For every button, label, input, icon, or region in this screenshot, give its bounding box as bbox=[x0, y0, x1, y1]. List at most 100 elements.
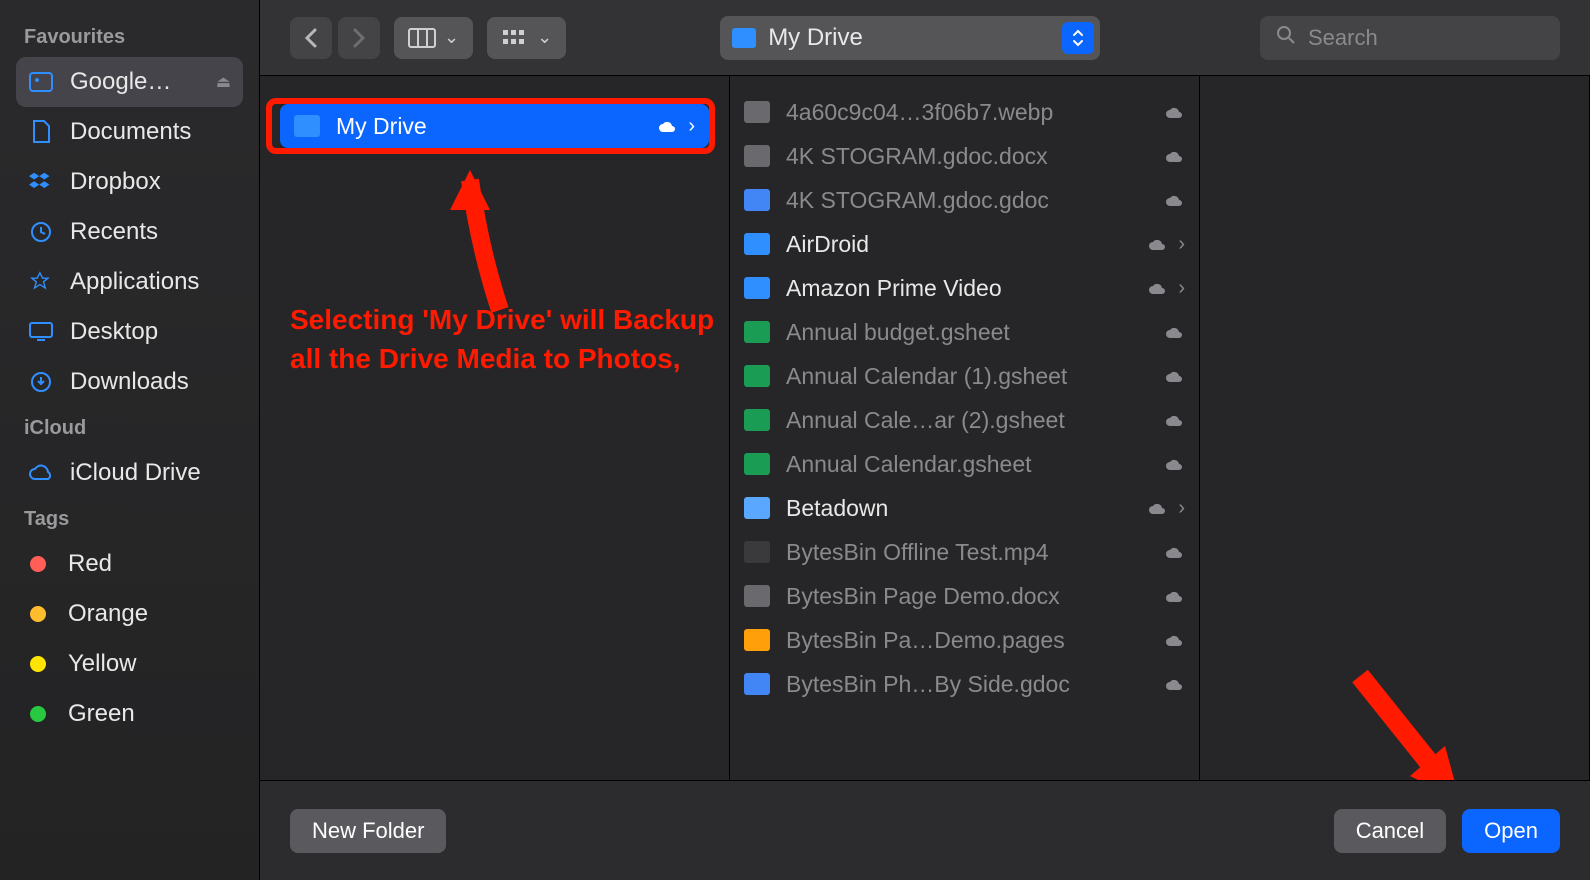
tag-dot-icon bbox=[30, 656, 46, 672]
sidebar-item-recents[interactable]: Recents bbox=[0, 207, 259, 257]
tag-dot-icon bbox=[30, 606, 46, 622]
photo-icon bbox=[26, 72, 56, 92]
list-item[interactable]: 4a60c9c04…3f06b7.webp bbox=[730, 90, 1199, 134]
chevron-right-icon: › bbox=[1178, 497, 1185, 520]
nav-back-button[interactable] bbox=[290, 17, 332, 59]
sidebar-item-desktop[interactable]: Desktop bbox=[0, 307, 259, 357]
clock-icon bbox=[26, 221, 56, 243]
nav-forward-button[interactable] bbox=[338, 17, 380, 59]
footer-bar: New Folder Cancel Open bbox=[260, 780, 1590, 880]
view-columns-button[interactable]: ⌄ bbox=[394, 17, 473, 59]
cancel-button[interactable]: Cancel bbox=[1334, 809, 1446, 853]
sidebar-item-applications[interactable]: Applications bbox=[0, 257, 259, 307]
sidebar-item-label: Desktop bbox=[70, 318, 158, 346]
list-item[interactable]: Annual budget.gsheet bbox=[730, 310, 1199, 354]
list-item[interactable]: 4K STOGRAM.gdoc.docx bbox=[730, 134, 1199, 178]
video-icon bbox=[744, 541, 770, 563]
list-item[interactable]: Annual Calendar (1).gsheet bbox=[730, 354, 1199, 398]
sidebar-item-tag-red[interactable]: Red bbox=[0, 539, 259, 589]
column-browser: My Drive › 4a60c9c04…3f06b7.webp 4K STOGRA… bbox=[260, 76, 1590, 780]
cloud-icon bbox=[1148, 495, 1168, 522]
cloud-icon bbox=[1165, 319, 1185, 346]
new-folder-button[interactable]: New Folder bbox=[290, 809, 446, 853]
eject-icon[interactable]: ⏏ bbox=[216, 72, 231, 92]
cloud-icon bbox=[1165, 451, 1185, 478]
list-item[interactable]: Annual Cale…ar (2).gsheet bbox=[730, 398, 1199, 442]
item-label: My Drive bbox=[336, 113, 427, 140]
path-dropdown-icon bbox=[1062, 22, 1094, 54]
chevron-right-icon: › bbox=[1178, 277, 1185, 300]
item-label: 4K STOGRAM.gdoc.docx bbox=[786, 143, 1048, 170]
sidebar-item-documents[interactable]: Documents bbox=[0, 107, 259, 157]
sidebar-item-tag-orange[interactable]: Orange bbox=[0, 589, 259, 639]
list-item[interactable]: Annual Calendar.gsheet bbox=[730, 442, 1199, 486]
sidebar-item-label: Google… bbox=[70, 68, 171, 96]
cloud-icon bbox=[1165, 671, 1185, 698]
cloud-icon bbox=[1148, 275, 1168, 302]
list-item[interactable]: BytesBin Page Demo.docx bbox=[730, 574, 1199, 618]
sidebar: FavouritesGoogle…⏏DocumentsDropboxRecent… bbox=[0, 0, 260, 880]
open-button[interactable]: Open bbox=[1462, 809, 1560, 853]
cloud-icon bbox=[26, 464, 56, 482]
search-input[interactable]: Search bbox=[1260, 16, 1560, 60]
sidebar-item-google-drive[interactable]: Google… ⏏ bbox=[16, 57, 243, 107]
sheet-icon bbox=[744, 453, 770, 475]
item-label: BytesBin Ph…By Side.gdoc bbox=[786, 671, 1070, 698]
chevron-right-icon: › bbox=[688, 115, 695, 138]
item-label: BytesBin Page Demo.docx bbox=[786, 583, 1060, 610]
sidebar-item-icloud-drive[interactable]: iCloud Drive bbox=[0, 448, 259, 498]
folder-lt-icon bbox=[744, 497, 770, 519]
list-item[interactable]: 4K STOGRAM.gdoc.gdoc bbox=[730, 178, 1199, 222]
sidebar-item-label: Orange bbox=[68, 600, 148, 628]
item-label: Annual Calendar (1).gsheet bbox=[786, 363, 1067, 390]
sheet-icon bbox=[744, 321, 770, 343]
sidebar-item-label: Green bbox=[68, 700, 135, 728]
cloud-icon bbox=[1165, 627, 1185, 654]
sidebar-item-tag-yellow[interactable]: Yellow bbox=[0, 639, 259, 689]
folder-icon bbox=[744, 277, 770, 299]
apps-icon bbox=[26, 271, 56, 293]
cloud-icon bbox=[1165, 363, 1185, 390]
sidebar-item-label: Applications bbox=[70, 268, 199, 296]
toolbar: ⌄ ⌄ My Drive Search bbox=[260, 0, 1590, 76]
file-icon bbox=[744, 585, 770, 607]
item-label: Annual Cale…ar (2).gsheet bbox=[786, 407, 1065, 434]
gdoc-icon bbox=[744, 673, 770, 695]
folder-icon bbox=[744, 233, 770, 255]
column-1: My Drive › bbox=[260, 76, 730, 780]
grouping-button[interactable]: ⌄ bbox=[487, 17, 566, 59]
chevron-right-icon: › bbox=[1178, 233, 1185, 256]
cloud-icon bbox=[1165, 187, 1185, 214]
column-3 bbox=[1200, 76, 1590, 780]
cloud-icon bbox=[1165, 583, 1185, 610]
dropbox-icon bbox=[26, 171, 56, 193]
sidebar-heading: Tags bbox=[0, 498, 259, 539]
desktop-icon bbox=[26, 322, 56, 342]
path-popup[interactable]: My Drive bbox=[720, 16, 1100, 60]
sidebar-item-label: Recents bbox=[70, 218, 158, 246]
cloud-icon bbox=[1165, 407, 1185, 434]
cloud-icon bbox=[1165, 539, 1185, 566]
sidebar-item-tag-green[interactable]: Green bbox=[0, 689, 259, 739]
list-item[interactable]: My Drive › bbox=[280, 104, 709, 148]
list-item[interactable]: AirDroid› bbox=[730, 222, 1199, 266]
item-label: 4a60c9c04…3f06b7.webp bbox=[786, 99, 1053, 126]
item-label: Annual Calendar.gsheet bbox=[786, 451, 1032, 478]
cloud-icon bbox=[1165, 99, 1185, 126]
sidebar-item-label: Downloads bbox=[70, 368, 189, 396]
folder-icon bbox=[294, 115, 320, 137]
sidebar-item-label: Dropbox bbox=[70, 168, 161, 196]
annotation-text: Selecting 'My Drive' will Backup all the… bbox=[290, 300, 720, 378]
list-item[interactable]: Amazon Prime Video › bbox=[730, 266, 1199, 310]
sidebar-item-label: Documents bbox=[70, 118, 191, 146]
list-item[interactable]: BytesBin Pa…Demo.pages bbox=[730, 618, 1199, 662]
sidebar-item-downloads[interactable]: Downloads bbox=[0, 357, 259, 407]
item-label: Amazon Prime Video bbox=[786, 275, 1002, 302]
cloud-icon bbox=[1148, 231, 1168, 258]
sidebar-item-dropbox[interactable]: Dropbox bbox=[0, 157, 259, 207]
list-item[interactable]: Betadown› bbox=[730, 486, 1199, 530]
list-item[interactable]: BytesBin Ph…By Side.gdoc bbox=[730, 662, 1199, 706]
search-placeholder: Search bbox=[1308, 25, 1378, 51]
list-item[interactable]: BytesBin Offline Test.mp4 bbox=[730, 530, 1199, 574]
file-icon bbox=[744, 101, 770, 123]
